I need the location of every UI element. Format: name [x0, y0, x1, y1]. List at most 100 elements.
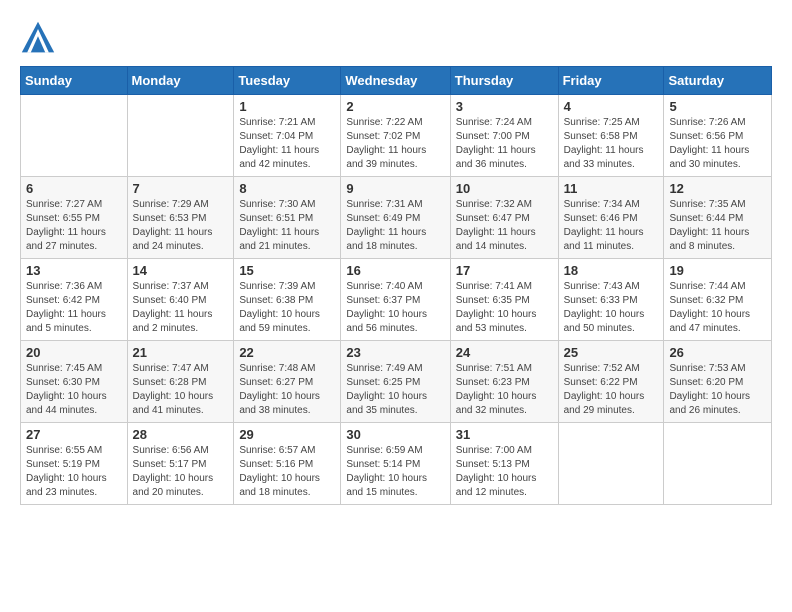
day-info: Sunrise: 7:51 AM Sunset: 6:23 PM Dayligh…: [456, 362, 553, 418]
day-number: 14: [133, 263, 229, 278]
calendar-week-3: 13 Sunrise: 7:36 AM Sunset: 6:42 PM Dayli…: [21, 259, 772, 341]
day-info: Sunrise: 7:36 AM Sunset: 6:42 PM Dayligh…: [26, 280, 122, 336]
day-info: Sunrise: 7:30 AM Sunset: 6:51 PM Dayligh…: [239, 198, 335, 254]
day-number: 6: [26, 181, 122, 196]
calendar-cell: 1 Sunrise: 7:21 AM Sunset: 7:04 PM Daylig…: [234, 95, 341, 177]
weekday-header-tuesday: Tuesday: [234, 67, 341, 95]
weekday-header-saturday: Saturday: [664, 67, 772, 95]
calendar-cell: 8 Sunrise: 7:30 AM Sunset: 6:51 PM Daylig…: [234, 177, 341, 259]
calendar-cell: 23 Sunrise: 7:49 AM Sunset: 6:25 PM Dayli…: [341, 341, 450, 423]
day-info: Sunrise: 7:48 AM Sunset: 6:27 PM Dayligh…: [239, 362, 335, 418]
day-info: Sunrise: 7:29 AM Sunset: 6:53 PM Dayligh…: [133, 198, 229, 254]
logo: [20, 20, 60, 56]
weekday-header-monday: Monday: [127, 67, 234, 95]
logo-icon: [20, 20, 56, 56]
calendar-cell: 26Sunrise: 7:53 AM Sunset: 6:20 PM Dayli…: [664, 341, 772, 423]
day-number: 30: [346, 427, 444, 442]
calendar-cell: [664, 423, 772, 505]
day-number: 15: [239, 263, 335, 278]
calendar-cell: 20Sunrise: 7:45 AM Sunset: 6:30 PM Dayli…: [21, 341, 128, 423]
day-number: 17: [456, 263, 553, 278]
day-number: 21: [133, 345, 229, 360]
calendar-week-2: 6 Sunrise: 7:27 AM Sunset: 6:55 PM Daylig…: [21, 177, 772, 259]
day-number: 25: [564, 345, 659, 360]
calendar-cell: 12Sunrise: 7:35 AM Sunset: 6:44 PM Dayli…: [664, 177, 772, 259]
calendar-cell: 19 Sunrise: 7:44 AM Sunset: 6:32 PM Dayli…: [664, 259, 772, 341]
day-number: 28: [133, 427, 229, 442]
calendar-cell: 30 Sunrise: 6:59 AM Sunset: 5:14 PM Dayli…: [341, 423, 450, 505]
day-info: Sunrise: 7:39 AM Sunset: 6:38 PM Dayligh…: [239, 280, 335, 336]
weekday-header-wednesday: Wednesday: [341, 67, 450, 95]
calendar-cell: 9 Sunrise: 7:31 AM Sunset: 6:49 PM Daylig…: [341, 177, 450, 259]
day-info: Sunrise: 7:52 AM Sunset: 6:22 PM Dayligh…: [564, 362, 659, 418]
day-info: Sunrise: 7:31 AM Sunset: 6:49 PM Dayligh…: [346, 198, 444, 254]
day-number: 11: [564, 181, 659, 196]
calendar-cell: 24 Sunrise: 7:51 AM Sunset: 6:23 PM Dayli…: [450, 341, 558, 423]
day-info: Sunrise: 7:24 AM Sunset: 7:00 PM Dayligh…: [456, 116, 553, 172]
calendar-cell: 15 Sunrise: 7:39 AM Sunset: 6:38 PM Dayli…: [234, 259, 341, 341]
calendar-cell: 13 Sunrise: 7:36 AM Sunset: 6:42 PM Dayli…: [21, 259, 128, 341]
day-info: Sunrise: 7:34 AM Sunset: 6:46 PM Dayligh…: [564, 198, 659, 254]
day-number: 29: [239, 427, 335, 442]
day-number: 2: [346, 99, 444, 114]
calendar-cell: 21 Sunrise: 7:47 AM Sunset: 6:28 PM Dayli…: [127, 341, 234, 423]
day-info: Sunrise: 7:49 AM Sunset: 6:25 PM Dayligh…: [346, 362, 444, 418]
calendar-cell: 11 Sunrise: 7:34 AM Sunset: 6:46 PM Dayli…: [558, 177, 664, 259]
calendar-cell: 16 Sunrise: 7:40 AM Sunset: 6:37 PM Dayli…: [341, 259, 450, 341]
day-info: Sunrise: 6:59 AM Sunset: 5:14 PM Dayligh…: [346, 444, 444, 500]
day-info: Sunrise: 7:40 AM Sunset: 6:37 PM Dayligh…: [346, 280, 444, 336]
calendar-cell: 7 Sunrise: 7:29 AM Sunset: 6:53 PM Daylig…: [127, 177, 234, 259]
day-number: 9: [346, 181, 444, 196]
day-info: Sunrise: 7:25 AM Sunset: 6:58 PM Dayligh…: [564, 116, 659, 172]
day-number: 5: [669, 99, 766, 114]
calendar-cell: 31Sunrise: 7:00 AM Sunset: 5:13 PM Dayli…: [450, 423, 558, 505]
day-info: Sunrise: 6:55 AM Sunset: 5:19 PM Dayligh…: [26, 444, 122, 500]
calendar-cell: [558, 423, 664, 505]
day-number: 10: [456, 181, 553, 196]
calendar-cell: 2 Sunrise: 7:22 AM Sunset: 7:02 PM Daylig…: [341, 95, 450, 177]
day-info: Sunrise: 7:35 AM Sunset: 6:44 PM Dayligh…: [669, 198, 766, 254]
day-number: 31: [456, 427, 553, 442]
day-info: Sunrise: 7:44 AM Sunset: 6:32 PM Dayligh…: [669, 280, 766, 336]
calendar-cell: 10Sunrise: 7:32 AM Sunset: 6:47 PM Dayli…: [450, 177, 558, 259]
day-number: 18: [564, 263, 659, 278]
calendar-header-row: SundayMondayTuesdayWednesdayThursdayFrid…: [21, 67, 772, 95]
day-number: 3: [456, 99, 553, 114]
day-info: Sunrise: 7:21 AM Sunset: 7:04 PM Dayligh…: [239, 116, 335, 172]
calendar-cell: 3 Sunrise: 7:24 AM Sunset: 7:00 PM Daylig…: [450, 95, 558, 177]
day-number: 24: [456, 345, 553, 360]
day-info: Sunrise: 7:27 AM Sunset: 6:55 PM Dayligh…: [26, 198, 122, 254]
calendar-cell: 14 Sunrise: 7:37 AM Sunset: 6:40 PM Dayli…: [127, 259, 234, 341]
day-info: Sunrise: 7:45 AM Sunset: 6:30 PM Dayligh…: [26, 362, 122, 418]
day-info: Sunrise: 7:37 AM Sunset: 6:40 PM Dayligh…: [133, 280, 229, 336]
weekday-header-friday: Friday: [558, 67, 664, 95]
calendar-cell: 22 Sunrise: 7:48 AM Sunset: 6:27 PM Dayli…: [234, 341, 341, 423]
calendar-cell: 27 Sunrise: 6:55 AM Sunset: 5:19 PM Dayli…: [21, 423, 128, 505]
calendar-cell: [127, 95, 234, 177]
day-info: Sunrise: 7:41 AM Sunset: 6:35 PM Dayligh…: [456, 280, 553, 336]
calendar-cell: 5 Sunrise: 7:26 AM Sunset: 6:56 PM Daylig…: [664, 95, 772, 177]
page-header: [20, 20, 772, 56]
calendar-cell: 17 Sunrise: 7:41 AM Sunset: 6:35 PM Dayli…: [450, 259, 558, 341]
day-number: 1: [239, 99, 335, 114]
calendar-table: SundayMondayTuesdayWednesdayThursdayFrid…: [20, 66, 772, 505]
day-number: 22: [239, 345, 335, 360]
day-number: 19: [669, 263, 766, 278]
day-number: 13: [26, 263, 122, 278]
day-info: Sunrise: 6:57 AM Sunset: 5:16 PM Dayligh…: [239, 444, 335, 500]
calendar-cell: 25 Sunrise: 7:52 AM Sunset: 6:22 PM Dayli…: [558, 341, 664, 423]
day-number: 16: [346, 263, 444, 278]
day-info: Sunrise: 7:53 AM Sunset: 6:20 PM Dayligh…: [669, 362, 766, 418]
day-number: 4: [564, 99, 659, 114]
day-number: 7: [133, 181, 229, 196]
day-number: 27: [26, 427, 122, 442]
calendar-week-1: 1 Sunrise: 7:21 AM Sunset: 7:04 PM Daylig…: [21, 95, 772, 177]
day-info: Sunrise: 7:43 AM Sunset: 6:33 PM Dayligh…: [564, 280, 659, 336]
day-number: 8: [239, 181, 335, 196]
calendar-week-4: 20Sunrise: 7:45 AM Sunset: 6:30 PM Dayli…: [21, 341, 772, 423]
day-info: Sunrise: 7:22 AM Sunset: 7:02 PM Dayligh…: [346, 116, 444, 172]
day-info: Sunrise: 7:26 AM Sunset: 6:56 PM Dayligh…: [669, 116, 766, 172]
day-info: Sunrise: 7:47 AM Sunset: 6:28 PM Dayligh…: [133, 362, 229, 418]
day-number: 23: [346, 345, 444, 360]
calendar-cell: 28Sunrise: 6:56 AM Sunset: 5:17 PM Dayli…: [127, 423, 234, 505]
